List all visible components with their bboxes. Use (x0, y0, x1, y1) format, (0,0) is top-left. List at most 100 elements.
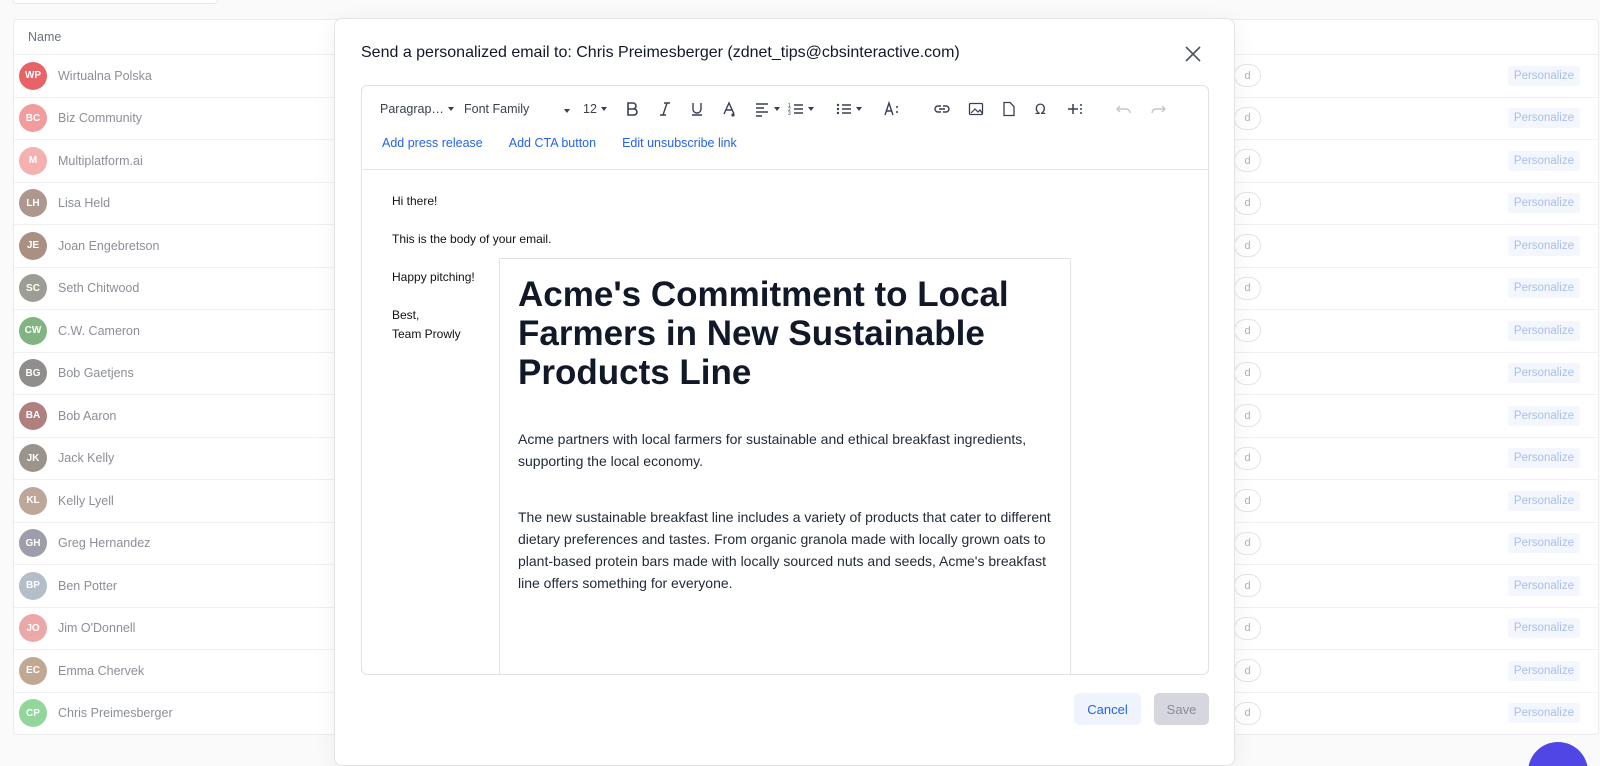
body-text: This is the body of your email. (392, 232, 552, 246)
add-press-release-link[interactable]: Add press release (382, 136, 483, 150)
personalize-button[interactable]: Personalize (1507, 193, 1580, 214)
italic-icon[interactable] (657, 99, 673, 119)
personalize-button[interactable]: Personalize (1507, 150, 1580, 171)
contact-name: Wirtualna Polska (58, 68, 152, 83)
row-status-pill[interactable]: d (1234, 531, 1261, 555)
text-color-icon[interactable] (721, 99, 737, 119)
row-status-pill[interactable]: d (1234, 319, 1261, 343)
contact-name: Emma Chervek (58, 663, 145, 678)
contact-name: Jack Kelly (58, 451, 115, 466)
bullet-list-dropdown[interactable] (836, 99, 862, 119)
avatar: BC (19, 104, 47, 133)
font-size-dropdown[interactable]: 12 (583, 99, 607, 119)
personalize-button[interactable]: Personalize (1507, 108, 1580, 129)
avatar: LH (19, 189, 47, 218)
undo-icon[interactable] (1116, 99, 1132, 119)
contact-name: Greg Hernandez (58, 536, 151, 551)
contact-name: Chris Preimesberger (58, 706, 173, 721)
row-status-pill[interactable]: d (1234, 489, 1261, 513)
svg-text:Ω: Ω (1035, 102, 1046, 117)
row-status-pill[interactable]: d (1234, 574, 1261, 598)
personalize-button[interactable]: Personalize (1507, 575, 1580, 596)
personalize-button[interactable]: Personalize (1507, 320, 1580, 341)
file-icon[interactable] (1001, 99, 1017, 119)
avatar: GH (19, 529, 47, 558)
press-release-summary: Acme partners with local farmers for sus… (518, 431, 1027, 469)
svg-text:3: 3 (788, 111, 791, 117)
personalize-button[interactable]: Personalize (1507, 703, 1580, 724)
personalize-button[interactable]: Personalize (1507, 533, 1580, 554)
text-style-icon[interactable] (884, 99, 900, 119)
add-cta-button-link[interactable]: Add CTA button (509, 136, 596, 150)
avatar: JE (19, 231, 47, 260)
avatar: CP (19, 699, 47, 728)
paragraph-format-dropdown[interactable]: Paragrap… (380, 99, 454, 119)
save-button[interactable]: Save (1154, 693, 1209, 725)
avatar: M (19, 146, 47, 175)
font-size-label: 12 (583, 102, 597, 116)
insert-more-icon[interactable] (1067, 99, 1083, 119)
press-release-card[interactable]: Acme's Commitment to Local Farmers in Ne… (499, 258, 1071, 674)
press-release-paragraph: The new sustainable breakfast line inclu… (518, 509, 1051, 591)
edit-unsubscribe-link[interactable]: Edit unsubscribe link (622, 136, 737, 150)
link-icon[interactable] (934, 99, 950, 119)
press-release-title: Acme's Commitment to Local Farmers in Ne… (518, 275, 1009, 392)
contact-name: Multiplatform.ai (58, 153, 143, 168)
avatar: KL (19, 486, 47, 515)
underline-icon[interactable] (689, 99, 705, 119)
personalize-email-modal: Send a personalized email to: Chris Prei… (334, 18, 1235, 766)
avatar: BA (19, 401, 47, 430)
contact-name: Bob Gaetjens (58, 366, 134, 381)
row-status-pill[interactable]: d (1234, 361, 1261, 385)
contact-name: Jim O'Donnell (58, 621, 136, 636)
editor-links: Add press release Add CTA button Edit un… (382, 136, 737, 150)
ordered-list-dropdown[interactable]: 123 (788, 99, 814, 119)
row-status-pill[interactable]: d (1234, 659, 1261, 683)
personalize-button[interactable]: Personalize (1507, 405, 1580, 426)
row-status-pill[interactable]: d (1234, 234, 1261, 258)
avatar: CW (19, 316, 47, 345)
paragraph-format-label: Paragrap… (380, 102, 444, 116)
personalize-button[interactable]: Personalize (1507, 618, 1580, 639)
personalize-button[interactable]: Personalize (1507, 660, 1580, 681)
row-status-pill[interactable]: d (1234, 404, 1261, 428)
cancel-button[interactable]: Cancel (1074, 693, 1141, 725)
row-status-pill[interactable]: d (1234, 106, 1261, 130)
row-status-pill[interactable]: d (1234, 446, 1261, 470)
chevron-down-icon (560, 102, 570, 116)
align-dropdown[interactable] (754, 99, 780, 119)
bold-icon[interactable] (624, 99, 640, 119)
personalize-button[interactable]: Personalize (1507, 490, 1580, 511)
contact-name: Ben Potter (58, 578, 118, 593)
modal-title: Send a personalized email to: Chris Prei… (361, 44, 960, 61)
personalize-button[interactable]: Personalize (1507, 448, 1580, 469)
personalize-button[interactable]: Personalize (1507, 235, 1580, 256)
row-status-pill[interactable]: d (1234, 191, 1261, 215)
top-input-stub (12, 0, 218, 4)
contact-name: Kelly Lyell (58, 493, 114, 508)
row-status-pill[interactable]: d (1234, 149, 1261, 173)
row-status-pill[interactable]: d (1234, 276, 1261, 300)
editor-toolbar: Paragrap… Font Family 12 123 Ω Add press… (362, 86, 1208, 170)
personalize-button[interactable]: Personalize (1507, 65, 1580, 86)
close-icon[interactable] (1183, 44, 1203, 64)
row-status-pill[interactable]: d (1234, 616, 1261, 640)
font-family-label: Font Family (464, 102, 530, 116)
personalize-button[interactable]: Personalize (1507, 278, 1580, 299)
font-family-dropdown[interactable]: Font Family (464, 99, 570, 119)
rich-text-editor: Paragrap… Font Family 12 123 Ω Add press… (361, 85, 1209, 675)
redo-icon[interactable] (1150, 99, 1166, 119)
contact-name: Biz Community (58, 111, 143, 126)
row-status-pill[interactable]: d (1234, 701, 1261, 725)
contact-name: C.W. Cameron (58, 323, 140, 338)
avatar: JO (19, 614, 47, 643)
image-icon[interactable] (968, 99, 984, 119)
personalize-button[interactable]: Personalize (1507, 363, 1580, 384)
avatar: JK (19, 444, 47, 473)
avatar: WP (19, 61, 47, 90)
row-status-pill[interactable]: d (1234, 64, 1261, 88)
contact-name: Lisa Held (58, 196, 111, 211)
avatar: EC (19, 656, 47, 685)
chat-widget-button[interactable] (1528, 742, 1588, 766)
special-character-icon[interactable]: Ω (1034, 99, 1050, 119)
